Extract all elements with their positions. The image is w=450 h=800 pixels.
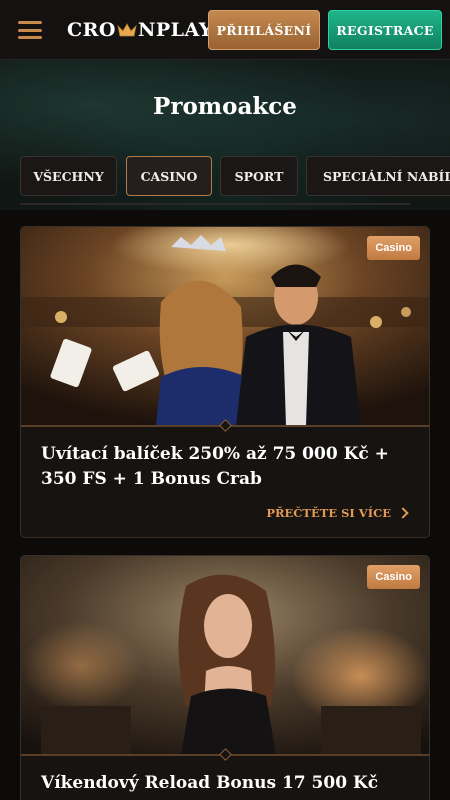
page-title: Promoakce [153, 93, 297, 120]
tabs-scrollbar[interactable] [20, 203, 410, 205]
promo-card[interactable]: Casino Uvítací balíček 250% až 75 000 Kč… [20, 226, 430, 538]
promo-title: Víkendový Reload Bonus 17 500 Kč [41, 773, 379, 793]
menu-icon-bar [18, 36, 42, 39]
promo-card[interactable]: Casino Víkendový Reload Bonus 17 500 Kč [20, 555, 430, 800]
category-tabs: VŠECHNY CASINO SPORT SPECIÁLNÍ NABÍDKY [20, 156, 450, 196]
tab-sport[interactable]: SPORT [220, 156, 298, 196]
top-header: CRO NPLAY PŘIHLÁŠENÍ REGISTRACE [0, 0, 450, 60]
tab-all[interactable]: VŠECHNY [20, 156, 117, 196]
tab-casino[interactable]: CASINO [126, 156, 212, 196]
login-button[interactable]: PŘIHLÁŠENÍ [208, 10, 320, 50]
menu-icon-bar [18, 21, 42, 24]
category-badge: Casino [367, 236, 420, 260]
tab-special-offers[interactable]: SPECIÁLNÍ NABÍDKY [306, 156, 450, 196]
register-button[interactable]: REGISTRACE [328, 10, 442, 50]
crown-icon [117, 23, 137, 37]
chevron-right-icon [397, 507, 409, 519]
logo[interactable]: CRO NPLAY [67, 19, 213, 41]
promo-title: Uvítací balíček 250% až 75 000 Kč + 350 … [41, 444, 389, 489]
logo-text-right: NPLAY [137, 19, 213, 41]
read-more-label: PŘEČTĚTE SI VÍCE [266, 506, 391, 520]
menu-icon[interactable] [18, 21, 42, 39]
logo-text-left: CRO [67, 19, 116, 41]
menu-icon-bar [18, 28, 42, 32]
read-more-link[interactable]: PŘEČTĚTE SI VÍCE [266, 506, 409, 520]
category-badge: Casino [367, 565, 420, 589]
